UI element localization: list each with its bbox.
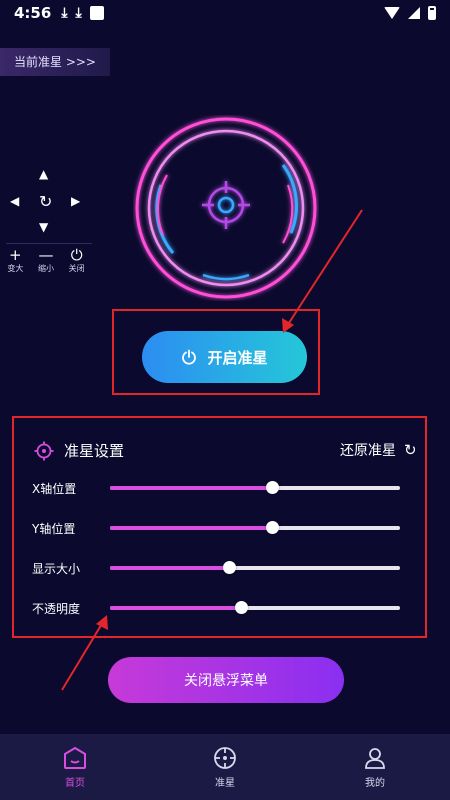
- crosshair-icon: [34, 441, 54, 460]
- slider-fill: [110, 606, 241, 610]
- pink-arc-right: [282, 184, 294, 244]
- bottom-navigation: 首页 准星 我的: [0, 734, 450, 800]
- power-icon: [182, 349, 197, 365]
- enlarge-button[interactable]: + 变大: [7, 247, 23, 274]
- slider-y-position[interactable]: [110, 521, 400, 534]
- slider-thumb[interactable]: [234, 601, 248, 614]
- download-icon: ⤓: [75, 5, 82, 21]
- blue-arc-bottom: [202, 273, 250, 281]
- crosshair-preview: [135, 117, 317, 299]
- slider-row-display-size: 显示大小: [32, 557, 404, 579]
- home-icon: [64, 746, 86, 769]
- slider-fill: [110, 566, 229, 570]
- arrow-up-icon[interactable]: ▲: [39, 167, 48, 181]
- arrow-right-icon[interactable]: ▶: [71, 194, 80, 208]
- slider-thumb[interactable]: [266, 481, 280, 494]
- nav-profile[interactable]: 我的: [300, 734, 450, 800]
- enlarge-label: 变大: [7, 264, 24, 273]
- pink-arc-left: [156, 174, 168, 236]
- nav-home-label: 首页: [65, 777, 85, 789]
- slider-x-position[interactable]: [110, 481, 400, 494]
- power-icon: ⏻: [70, 246, 83, 264]
- reset-position-icon[interactable]: ↻: [39, 192, 52, 211]
- nav-home[interactable]: 首页: [0, 734, 150, 800]
- slider-fill: [110, 526, 273, 530]
- slider-thumb[interactable]: [222, 561, 236, 574]
- slider-opacity[interactable]: [110, 601, 400, 614]
- minus-icon: —: [38, 246, 54, 264]
- nav-crosshair-label: 准星: [215, 777, 235, 789]
- slider-row-opacity: 不透明度: [32, 597, 404, 619]
- reset-crosshair-button[interactable]: 还原准星 ↻: [340, 440, 417, 460]
- slider-label-display-size: 显示大小: [32, 561, 81, 576]
- shrink-button[interactable]: — 缩小: [38, 247, 54, 274]
- arrow-down-icon[interactable]: ▼: [39, 220, 48, 234]
- inner-ring: [147, 129, 305, 287]
- status-bar: 4:56 ⤓ ⤓: [0, 0, 450, 26]
- start-crosshair-button[interactable]: 开启准星: [142, 331, 307, 383]
- refresh-icon: ↻: [404, 441, 417, 459]
- close-label: 关闭: [68, 264, 85, 273]
- download-icon: ⤓: [61, 5, 68, 21]
- close-floating-menu-button[interactable]: 关闭悬浮菜单: [108, 657, 344, 703]
- user-icon: [365, 747, 385, 769]
- settings-header: 准星设置: [34, 440, 124, 461]
- reset-label: 还原准星: [340, 443, 396, 459]
- slider-label-opacity: 不透明度: [32, 601, 81, 616]
- battery-icon: [428, 6, 436, 20]
- crosshair-icon: [214, 746, 236, 769]
- crosshair-icon: [202, 181, 250, 229]
- signal-icon: [408, 7, 420, 19]
- settings-title: 准星设置: [64, 442, 125, 460]
- plus-icon: +: [9, 246, 22, 264]
- size-controls: + 变大 — 缩小 ⏻ 关闭: [0, 247, 92, 274]
- slider-fill: [110, 486, 273, 490]
- notification-icon: [89, 6, 104, 20]
- start-button-label: 开启准星: [207, 348, 268, 367]
- arrow-left-icon[interactable]: ◀: [10, 194, 19, 208]
- outer-ring: [135, 117, 317, 299]
- status-time: 4:56: [14, 4, 52, 22]
- divider: [6, 243, 92, 244]
- close-crosshair-button[interactable]: ⏻ 关闭: [69, 247, 85, 274]
- slider-display-size[interactable]: [110, 561, 400, 574]
- nav-crosshair[interactable]: 准星: [150, 734, 300, 800]
- nav-profile-label: 我的: [365, 777, 385, 789]
- slider-label-x-position: X轴位置: [32, 481, 77, 496]
- slider-row-y-position: Y轴位置: [32, 517, 404, 539]
- slider-label-y-position: Y轴位置: [32, 521, 76, 536]
- wifi-icon: [384, 7, 400, 19]
- current-crosshair-tag[interactable]: 当前准星 >>>: [0, 48, 110, 76]
- direction-pad: ▲ ◀ ↻ ▶ ▼: [0, 165, 92, 240]
- shrink-label: 缩小: [37, 264, 54, 273]
- slider-thumb[interactable]: [266, 521, 280, 534]
- slider-row-x-position: X轴位置: [32, 477, 404, 499]
